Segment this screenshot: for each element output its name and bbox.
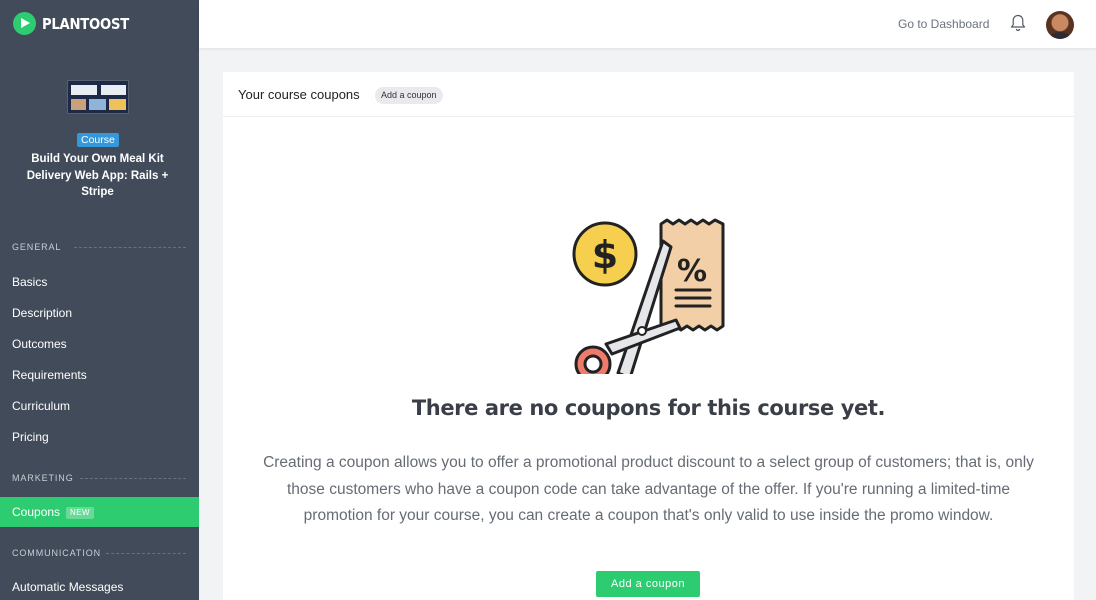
section-label-marketing: MARKETING: [12, 473, 74, 483]
add-coupon-button[interactable]: Add a coupon: [596, 571, 700, 597]
add-coupon-chip[interactable]: Add a coupon: [375, 87, 443, 104]
sidebar-item-pricing[interactable]: Pricing: [0, 422, 199, 452]
sidebar-item-outcomes[interactable]: Outcomes: [0, 329, 199, 359]
section-label-general: GENERAL: [12, 242, 62, 252]
sidebar-item-basics[interactable]: Basics: [0, 267, 199, 297]
section-divider: [80, 478, 186, 479]
svg-text:$: $: [592, 233, 618, 277]
go-to-dashboard-link[interactable]: Go to Dashboard: [898, 17, 989, 31]
sidebar: PLANTOOST Course Build Your Own Meal Kit…: [0, 0, 199, 600]
coupon-scissors-icon: % $: [572, 218, 725, 374]
course-title: Build Your Own Meal Kit Delivery Web App…: [26, 153, 169, 198]
sidebar-item-description[interactable]: Description: [0, 298, 199, 328]
brand-name: PLANTOOST: [42, 14, 129, 33]
avatar[interactable]: [1046, 11, 1074, 39]
card-header: Your course coupons Add a coupon: [223, 72, 1074, 117]
sidebar-item-label: Coupons: [12, 505, 61, 519]
brand-logo[interactable]: PLANTOOST: [13, 12, 141, 35]
sidebar-item-automatic-messages[interactable]: Automatic Messages: [0, 572, 199, 600]
play-icon: [13, 12, 36, 35]
svg-text:%: %: [677, 254, 707, 289]
new-badge: NEW: [66, 507, 94, 519]
section-divider: [74, 247, 186, 248]
page-title: Your course coupons: [238, 87, 360, 102]
section-divider: [106, 553, 186, 554]
course-thumbnail: [67, 80, 129, 114]
empty-state-description: Creating a coupon allows you to offer a …: [263, 454, 1034, 524]
empty-state-title: There are no coupons for this course yet…: [411, 396, 886, 420]
section-label-communication: COMMUNICATION: [12, 548, 102, 558]
sidebar-item-coupons[interactable]: Coupons NEW: [0, 497, 199, 527]
coupons-card: Your course coupons Add a coupon % $ The…: [223, 72, 1074, 600]
bell-icon[interactable]: [1010, 14, 1026, 32]
sidebar-item-curriculum[interactable]: Curriculum: [0, 391, 199, 421]
sidebar-item-requirements[interactable]: Requirements: [0, 360, 199, 390]
top-header: Go to Dashboard: [199, 0, 1096, 48]
course-badge: Course: [77, 133, 119, 147]
